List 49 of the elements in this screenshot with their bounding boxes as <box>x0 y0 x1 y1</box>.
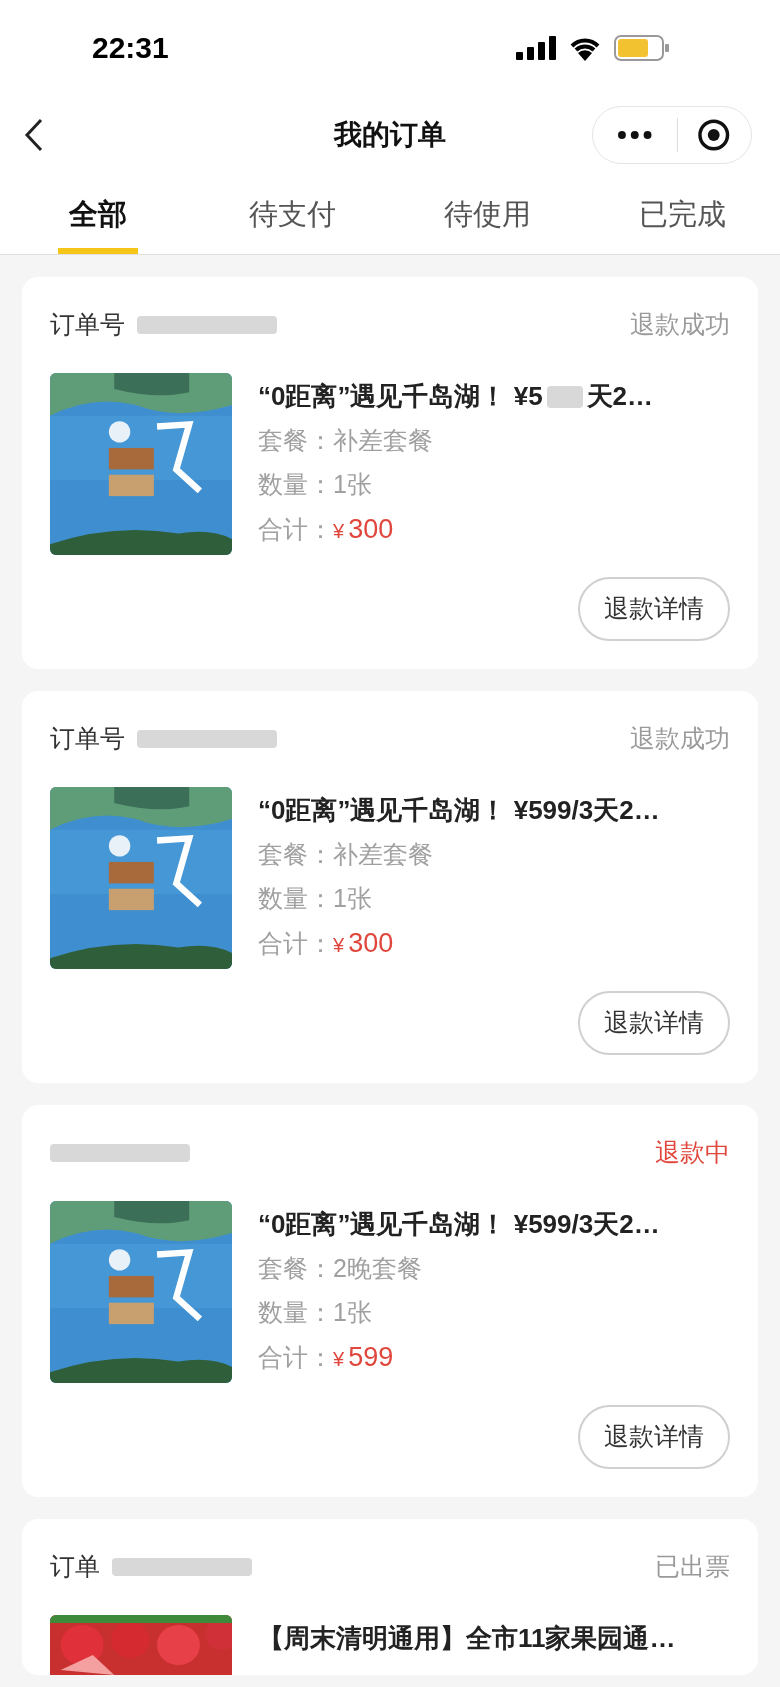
order-card[interactable]: 退款中 “0距离”遇见千岛湖！ ¥599/3天2… 套餐：2晚套餐 数量：1张 合计：¥599 退款详情 <box>22 1105 758 1497</box>
target-icon[interactable] <box>697 118 731 152</box>
order-number-label: 订单号 <box>50 309 125 341</box>
quantity-label: 数量： <box>258 1296 333 1328</box>
battery-icon <box>614 34 670 61</box>
quantity-value: 1张 <box>333 882 372 914</box>
status-time: 22:31 <box>92 30 169 66</box>
tab[interactable]: 全部 <box>0 175 195 254</box>
signal-icon <box>516 35 556 60</box>
product-title: 天2… <box>586 380 654 413</box>
order-number-label: 订单 <box>50 1551 100 1583</box>
tab[interactable]: 待支付 <box>195 175 390 254</box>
tab[interactable]: 待使用 <box>390 175 585 254</box>
order-status: 退款中 <box>655 1137 730 1169</box>
order-status: 退款成功 <box>630 309 730 341</box>
refund-details-button[interactable]: 退款详情 <box>578 991 730 1055</box>
total-price: ¥300 <box>333 927 394 960</box>
total-price: ¥300 <box>333 513 394 546</box>
package-value: 补差套餐 <box>333 425 433 456</box>
product-title: “0距离”遇见千岛湖！ ¥599/3天2… <box>258 1208 660 1241</box>
product-title: “0距离”遇见千岛湖！ ¥5 <box>258 380 543 413</box>
product-title: 【周末清明通用】全市11家果园通… <box>258 1622 676 1655</box>
quantity-value: 1张 <box>333 1296 372 1328</box>
total-price: ¥599 <box>333 1341 394 1374</box>
package-value: 2晚套餐 <box>333 1253 422 1284</box>
order-status: 已出票 <box>655 1551 730 1583</box>
quantity-label: 数量： <box>258 468 333 500</box>
order-card[interactable]: 订单号 退款成功 “0距离”遇见千岛湖！ ¥5 天2… 套餐：补差套餐 数量：1张 合计：¥300 退款详情 <box>22 277 758 669</box>
page-title: 我的订单 <box>334 118 446 152</box>
tab[interactable]: 已完成 <box>585 175 780 254</box>
order-number-label: 订单号 <box>50 723 125 755</box>
order-card[interactable]: 订单号 退款成功 “0距离”遇见千岛湖！ ¥599/3天2… 套餐：补差套餐 数量：1张 合计：¥300 退款详情 <box>22 691 758 1083</box>
back-icon[interactable] <box>24 118 44 152</box>
more-icon[interactable] <box>618 131 652 139</box>
package-value: 补差套餐 <box>333 839 433 870</box>
order-card[interactable]: 订单 已出票 【周末清明通用】全市11家果园通… <box>22 1519 758 1675</box>
package-label: 套餐： <box>258 839 333 870</box>
package-label: 套餐： <box>258 425 333 456</box>
order-status: 退款成功 <box>630 723 730 755</box>
product-title: “0距离”遇见千岛湖！ ¥599/3天2… <box>258 794 660 827</box>
quantity-value: 1张 <box>333 468 372 500</box>
total-label: 合计： <box>258 1342 333 1373</box>
quantity-label: 数量： <box>258 882 333 914</box>
redaction-mark <box>546 385 583 408</box>
total-label: 合计： <box>258 514 333 545</box>
total-label: 合计： <box>258 928 333 959</box>
refund-details-button[interactable]: 退款详情 <box>578 577 730 641</box>
refund-details-button[interactable]: 退款详情 <box>578 1405 730 1469</box>
package-label: 套餐： <box>258 1253 333 1284</box>
